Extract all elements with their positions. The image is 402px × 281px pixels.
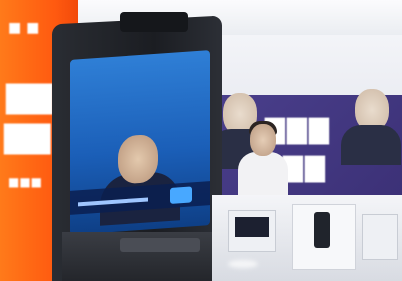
poster-suit bbox=[341, 125, 401, 165]
kiosk-camera-bar bbox=[120, 12, 188, 32]
photo-scene: ▇▇▇ ▇▇ ■ ■ ▇▇ ▇▇ ■■■ bbox=[0, 0, 402, 281]
kiosk-screen bbox=[70, 50, 210, 235]
banner-lettering: ▇▇ bbox=[6, 80, 53, 115]
screen-logo-icon bbox=[170, 186, 192, 204]
banner-lettering: ▇▇ bbox=[4, 120, 51, 155]
banner-lettering: ■ ■ bbox=[8, 20, 40, 36]
display-device bbox=[362, 214, 398, 260]
banner-lettering: ■■■ bbox=[8, 175, 43, 189]
kiosk-slot bbox=[120, 238, 200, 252]
reflection bbox=[228, 260, 258, 268]
device-screen bbox=[235, 217, 269, 237]
mobile-phone bbox=[314, 212, 330, 248]
staff-head bbox=[250, 124, 276, 156]
display-device bbox=[228, 210, 276, 252]
poster-lettering: ▇▇ bbox=[283, 153, 327, 183]
